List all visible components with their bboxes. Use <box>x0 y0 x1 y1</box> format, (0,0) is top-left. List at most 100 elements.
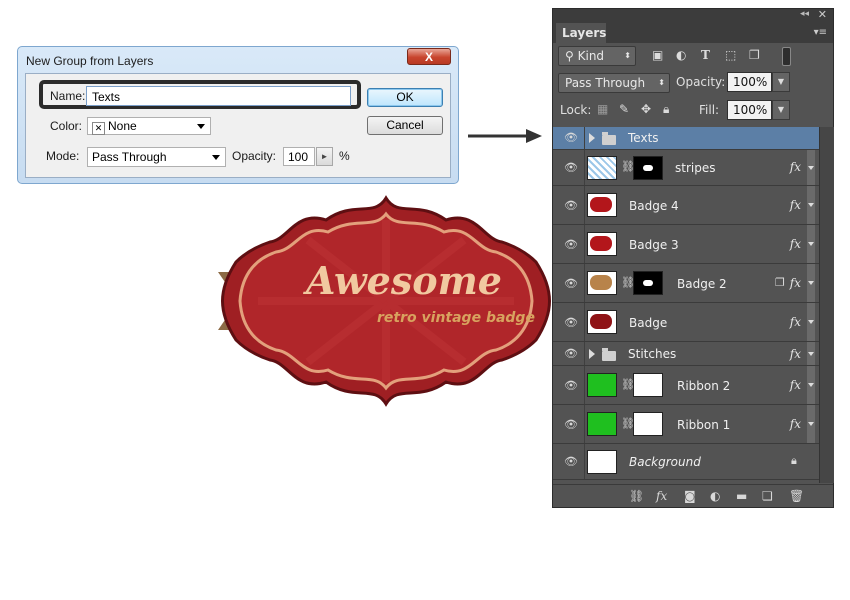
delete-layer-icon[interactable]: 🗑︎ <box>789 489 804 503</box>
layer-row-background[interactable]: 👁︎ Background 🔒︎ <box>553 444 819 480</box>
add-mask-icon[interactable]: ◙ <box>684 489 696 503</box>
layer-row-ribbon-2[interactable]: 👁︎ ⛓︎ Ribbon 2 fx <box>553 366 819 405</box>
thumb-shape <box>590 236 612 251</box>
add-style-icon[interactable]: fx <box>656 489 667 503</box>
layer-mask-thumbnail[interactable] <box>633 412 663 436</box>
smart-object-filter-icon[interactable]: ❐ <box>749 48 760 62</box>
layer-name: Ribbon 1 <box>677 418 731 432</box>
visibility-eye-icon[interactable]: 👁︎ <box>559 455 583 468</box>
layer-row-stitches[interactable]: 👁︎ Stitches fx <box>553 342 819 366</box>
visibility-eye-icon[interactable]: 👁︎ <box>559 238 583 251</box>
type-filter-icon[interactable]: T <box>701 48 710 62</box>
link-icon: ⛓︎ <box>621 276 635 289</box>
layer-thumbnail <box>587 450 617 474</box>
fx-icon[interactable]: fx <box>790 315 801 329</box>
opacity-stepper[interactable]: ► <box>316 147 333 166</box>
fill-dropdown[interactable]: ▼ <box>772 100 790 120</box>
thumb-shape <box>590 197 612 212</box>
row-separator <box>584 225 585 263</box>
ok-button[interactable]: OK <box>367 88 443 107</box>
effects-toggle[interactable] <box>807 366 815 404</box>
layer-mask-thumbnail[interactable] <box>633 373 663 397</box>
color-select[interactable]: ✕ None <box>87 117 211 135</box>
layer-thumbnail <box>587 193 617 217</box>
visibility-eye-icon[interactable]: 👁︎ <box>559 277 583 290</box>
layer-row-badge-2[interactable]: 👁︎ ⛓︎ Badge 2 ❐ fx <box>553 264 819 303</box>
new-group-icon[interactable]: ▬ <box>736 489 747 503</box>
close-icon[interactable]: ✕ <box>818 8 827 21</box>
layers-panel: ◂◂ ✕ Layers ▾≡ ⚲ Kind ⬍ ▣ ◐ T ⬚ ❐ Pass T… <box>552 8 834 508</box>
layer-row-badge-3[interactable]: 👁︎ Badge 3 fx <box>553 225 819 264</box>
panel-menu-icon[interactable]: ▾≡ <box>814 27 827 38</box>
adjustment-layer-icon[interactable]: ◐ <box>710 489 720 503</box>
opacity-dropdown[interactable]: ▼ <box>772 72 790 92</box>
layer-thumbnail <box>587 156 617 180</box>
effects-toggle[interactable] <box>807 150 815 185</box>
layer-name: Badge 4 <box>629 199 679 213</box>
pixel-filter-icon[interactable]: ▣ <box>652 48 663 62</box>
layer-name: Background <box>629 455 701 469</box>
filter-toggle[interactable] <box>782 47 791 66</box>
fx-icon[interactable]: fx <box>790 198 801 212</box>
effects-toggle[interactable] <box>807 264 815 302</box>
layer-row-stripes[interactable]: 👁︎ ⛓︎ stripes fx <box>553 150 819 186</box>
effects-toggle[interactable] <box>807 225 815 263</box>
opacity-label: Opacity: <box>232 149 277 163</box>
layer-row-badge-4[interactable]: 👁︎ Badge 4 fx <box>553 186 819 225</box>
blend-mode-select[interactable]: Pass Through ⬍ <box>558 73 670 93</box>
layers-scrollbar[interactable] <box>819 127 834 483</box>
fx-icon[interactable]: fx <box>790 347 801 361</box>
cancel-button[interactable]: Cancel <box>367 116 443 135</box>
name-input[interactable]: Texts <box>86 86 351 106</box>
layer-row-ribbon-1[interactable]: 👁︎ ⛓︎ Ribbon 1 fx <box>553 405 819 444</box>
visibility-eye-icon[interactable]: 👁︎ <box>559 131 583 144</box>
row-separator <box>584 366 585 404</box>
folder-icon <box>602 132 616 145</box>
visibility-eye-icon[interactable]: 👁︎ <box>559 161 583 174</box>
layer-name: Badge 3 <box>629 238 679 252</box>
visibility-eye-icon[interactable]: 👁︎ <box>559 316 583 329</box>
opacity-input[interactable]: 100 <box>283 147 315 166</box>
fx-icon[interactable]: fx <box>790 237 801 251</box>
mode-select[interactable]: Pass Through <box>87 147 226 167</box>
filter-kind-select[interactable]: ⚲ Kind ⬍ <box>558 46 636 66</box>
shape-filter-icon[interactable]: ⬚ <box>725 48 736 62</box>
effects-toggle[interactable] <box>807 405 815 443</box>
fill-field[interactable]: 100% <box>727 100 772 120</box>
effects-toggle[interactable] <box>807 342 815 365</box>
layer-row-texts[interactable]: 👁︎ Texts <box>553 127 819 150</box>
layer-mask-thumbnail[interactable] <box>633 271 663 295</box>
lock-transparency-icon[interactable]: ▦ <box>597 102 608 116</box>
new-layer-icon[interactable]: ❏ <box>762 489 773 503</box>
fx-icon[interactable]: fx <box>790 276 801 290</box>
layer-thumbnail <box>587 310 617 334</box>
lock-all-icon[interactable]: 🔒︎ <box>663 102 669 117</box>
expand-arrow-icon[interactable] <box>589 349 595 359</box>
layer-name: stripes <box>675 161 716 175</box>
lock-pixels-icon[interactable]: ✎ <box>619 102 629 116</box>
row-separator <box>584 303 585 341</box>
visibility-eye-icon[interactable]: 👁︎ <box>559 347 583 360</box>
row-separator <box>584 150 585 185</box>
adjustment-filter-icon[interactable]: ◐ <box>676 48 686 62</box>
tab-layers[interactable]: Layers <box>556 23 606 43</box>
panel-bottom-toolbar: ⛓︎ fx ◙ ◐ ▬ ❏ 🗑︎ <box>553 484 833 507</box>
layer-row-badge[interactable]: 👁︎ Badge fx <box>553 303 819 342</box>
folder-icon <box>602 348 616 361</box>
opacity-field[interactable]: 100% <box>727 72 772 92</box>
fx-icon[interactable]: fx <box>790 417 801 431</box>
layer-mask-thumbnail[interactable] <box>633 156 663 180</box>
visibility-eye-icon[interactable]: 👁︎ <box>559 199 583 212</box>
expand-arrow-icon[interactable] <box>589 133 595 143</box>
link-layers-icon[interactable]: ⛓︎ <box>629 489 644 503</box>
collapse-icon[interactable]: ◂◂ <box>800 9 809 19</box>
fx-icon[interactable]: fx <box>790 378 801 392</box>
fx-icon[interactable]: fx <box>790 160 801 174</box>
visibility-eye-icon[interactable]: 👁︎ <box>559 379 583 392</box>
effects-toggle[interactable] <box>807 186 815 224</box>
lock-position-icon[interactable]: ✥ <box>641 102 651 116</box>
color-label: Color: <box>50 119 83 133</box>
visibility-eye-icon[interactable]: 👁︎ <box>559 418 583 431</box>
dialog-close-button[interactable]: X <box>407 48 451 65</box>
effects-toggle[interactable] <box>807 303 815 341</box>
